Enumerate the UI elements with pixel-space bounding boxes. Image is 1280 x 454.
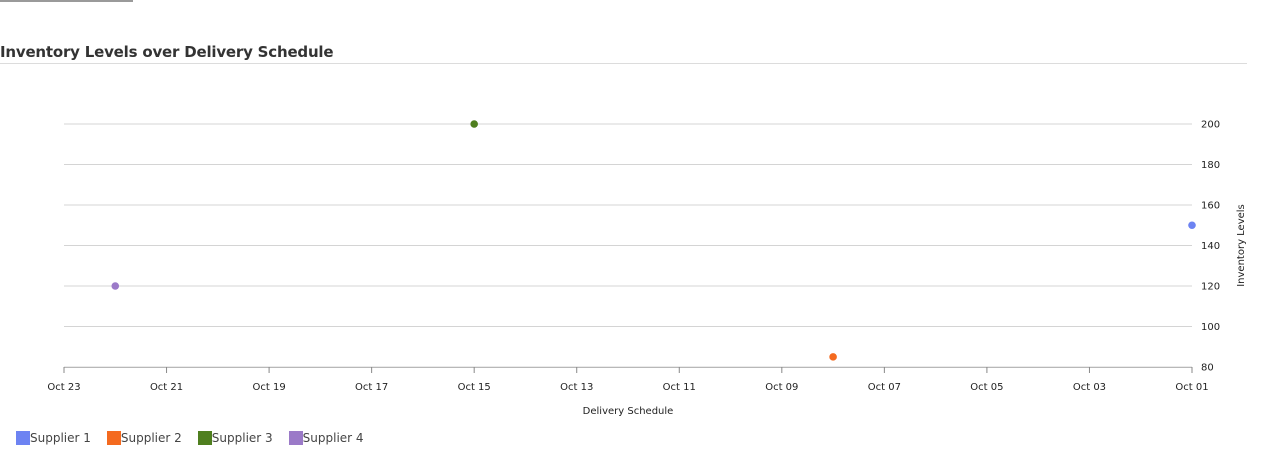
x-tick-label: Oct 23: [47, 382, 80, 393]
y-tick-label: 140: [1201, 241, 1220, 252]
legend-item[interactable]: Supplier 1: [16, 430, 91, 446]
data-point: [111, 282, 120, 290]
x-tick-label: Oct 01: [1175, 382, 1208, 393]
y-tick-label: 160: [1201, 201, 1220, 212]
y-tick-label: 120: [1201, 282, 1220, 293]
scatter-chart: 80 100 120 140 160 180 200 Oct 23 Oct 21 Oct 19 Oc…: [47, 120, 1247, 418]
legend-swatch: [288, 431, 303, 445]
legend-label: Supplier 2: [120, 431, 182, 445]
legend-item[interactable]: Supplier 3: [197, 430, 273, 446]
x-tick-label: Oct 07: [868, 382, 901, 393]
y-tick-label: 100: [1201, 322, 1220, 333]
y-tick-label: 200: [1201, 120, 1220, 131]
legend-label: Supplier 4: [302, 431, 364, 445]
legend-swatch: [16, 431, 30, 445]
y-axis-title: Inventory Levels: [1236, 204, 1247, 287]
legend-item[interactable]: Supplier 4: [288, 430, 364, 446]
x-tick-label: Oct 13: [560, 382, 593, 393]
legend-item[interactable]: Supplier 2: [106, 430, 182, 446]
x-tick-label: Oct 19: [252, 382, 285, 393]
y-tick-label: 80: [1201, 363, 1214, 374]
chart-legend: Supplier 1 Supplier 2 Supplier 3 Supplier 4: [16, 430, 380, 446]
legend-swatch: [106, 431, 121, 445]
x-tick-label: Oct 05: [970, 382, 1003, 393]
data-point: [829, 353, 837, 361]
x-tick-label: Oct 15: [458, 382, 491, 393]
data-point: [470, 120, 478, 128]
data-point: [1188, 221, 1196, 230]
legend-label: Supplier 1: [30, 431, 91, 445]
x-tick-label: Oct 17: [355, 382, 388, 393]
legend-swatch: [197, 431, 212, 445]
x-tick-label: Oct 03: [1073, 382, 1106, 393]
y-tick-label: 180: [1201, 160, 1220, 171]
x-tick-label: Oct 09: [765, 382, 798, 393]
legend-label: Supplier 3: [211, 431, 273, 445]
x-axis-title: Delivery Schedule: [583, 406, 674, 417]
x-tick-label: Oct 21: [150, 382, 183, 393]
x-tick-label: Oct 11: [663, 382, 696, 393]
